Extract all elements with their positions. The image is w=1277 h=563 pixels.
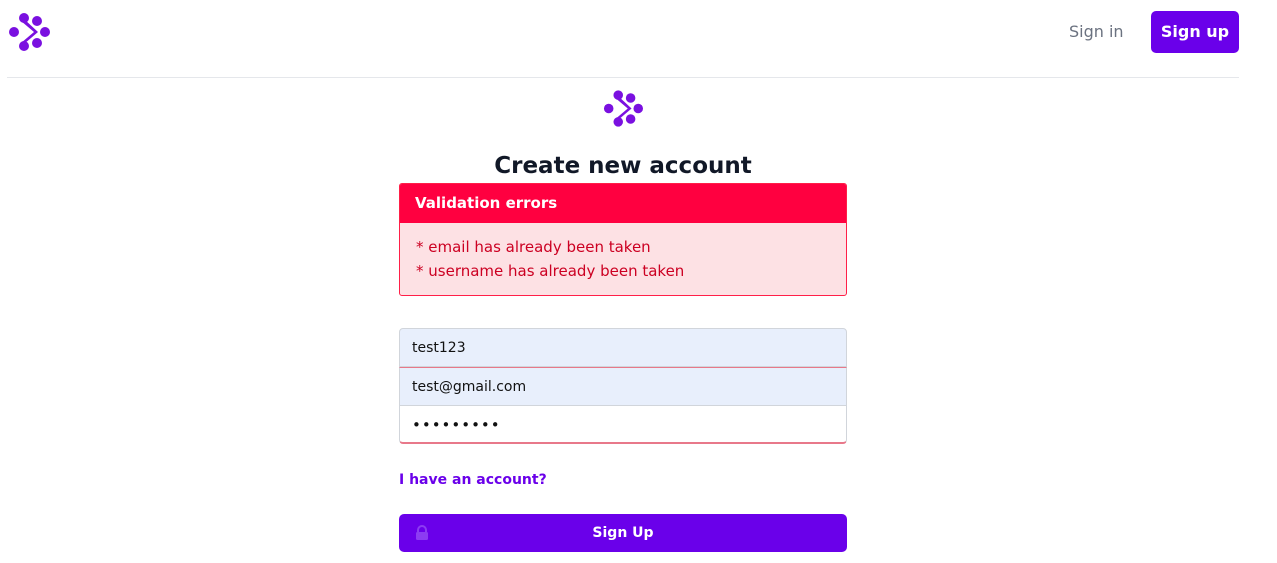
validation-errors-box: Validation errors * email has already be… (399, 183, 847, 296)
signup-button[interactable]: Sign up (1151, 11, 1239, 53)
password-field[interactable]: ••••••••• (399, 405, 847, 444)
validation-errors-title: Validation errors (400, 184, 846, 223)
signin-link[interactable]: Sign in (1069, 22, 1124, 42)
validation-errors-list: * email has already been taken * usernam… (400, 223, 846, 283)
signup-submit-label: Sign Up (592, 525, 654, 541)
validation-error-item: * email has already been taken (416, 238, 651, 256)
username-field[interactable]: test123 (399, 328, 847, 367)
top-navbar: Sign in Sign up (7, 0, 1239, 78)
email-field[interactable]: test@gmail.com (399, 367, 847, 406)
validation-error-item: * username has already been taken (416, 262, 685, 280)
brand-logo-icon (603, 90, 643, 127)
brand-logo-icon[interactable] (8, 13, 50, 51)
have-account-link[interactable]: I have an account? (399, 471, 547, 489)
page-title: Create new account (494, 153, 752, 179)
lock-icon (416, 525, 428, 540)
signup-submit-button[interactable]: Sign Up (399, 514, 847, 552)
